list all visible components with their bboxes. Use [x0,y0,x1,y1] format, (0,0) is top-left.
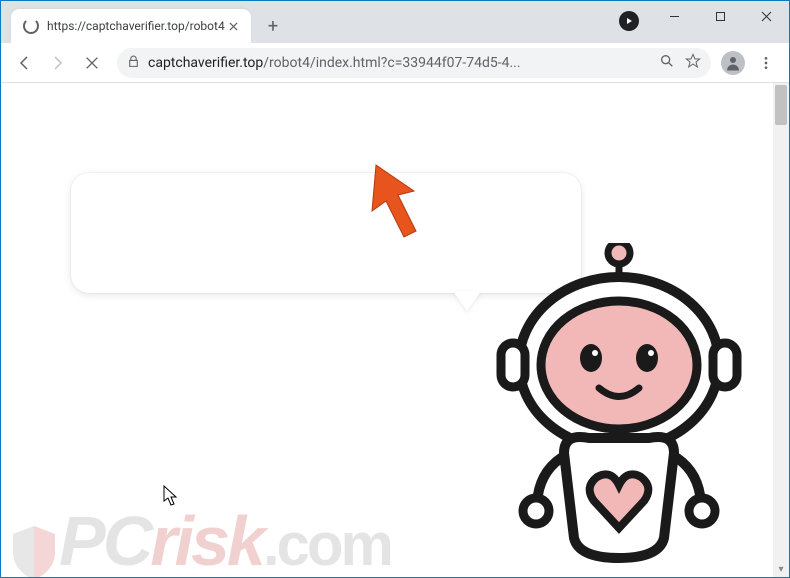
watermark-risk: risk [150,502,263,577]
search-icon[interactable] [659,53,675,73]
back-button[interactable] [9,48,39,78]
loading-spinner-icon [23,18,39,34]
maximize-button[interactable] [697,1,743,31]
page-viewport: PCrisk.com ▴ ▾ [1,83,789,577]
url-path: /robot4/index.html?c=33944f07-74d5-4... [263,55,520,71]
omnibox-actions [659,53,701,73]
titlebar: https://captchaverifier.top/robot4 + [1,1,789,43]
stop-reload-button[interactable] [77,48,107,78]
new-tab-button[interactable]: + [259,12,287,40]
watermark-p: P [59,502,103,577]
browser-tab[interactable]: https://captchaverifier.top/robot4 [11,9,251,43]
mouse-cursor-icon [163,485,179,507]
close-tab-button[interactable] [225,18,241,34]
browser-window: https://captchaverifier.top/robot4 + [1,1,789,577]
tab-title: https://captchaverifier.top/robot4 [47,19,225,33]
profile-avatar-button[interactable] [721,51,745,75]
url-text: captchaverifier.top/robot4/index.html?c=… [148,55,659,71]
scroll-down-icon[interactable]: ▾ [773,561,789,577]
watermark-com: .com [263,511,391,577]
minimize-button[interactable] [651,1,697,31]
watermark: PCrisk.com [9,501,391,577]
close-window-button[interactable] [743,1,789,31]
star-icon[interactable] [685,53,701,73]
speech-tail-icon [453,291,481,311]
forward-button[interactable] [43,48,73,78]
watermark-c: C [103,502,151,577]
toolbar-right [721,48,781,78]
menu-button[interactable] [751,48,781,78]
media-playing-icon[interactable] [619,11,639,31]
scrollbar[interactable]: ▴ ▾ [773,83,789,577]
annotation-arrow-icon [366,161,426,241]
shield-icon [9,518,59,576]
window-controls [651,1,789,31]
lock-icon [127,53,140,72]
url-domain: captchaverifier.top [148,55,263,71]
toolbar: captchaverifier.top/robot4/index.html?c=… [1,43,789,83]
robot-illustration [489,243,749,563]
scroll-thumb[interactable] [775,85,787,125]
address-bar[interactable]: captchaverifier.top/robot4/index.html?c=… [117,48,711,78]
